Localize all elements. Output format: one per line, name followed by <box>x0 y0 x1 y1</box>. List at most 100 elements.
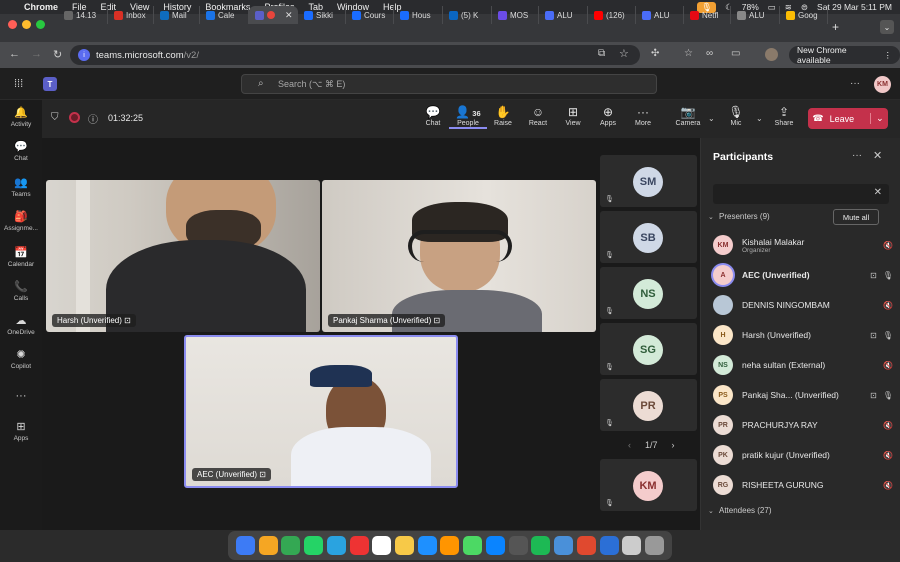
close-tab-icon[interactable]: ✕ <box>285 10 293 21</box>
dock-app-icon[interactable] <box>508 536 528 555</box>
close-window-button[interactable] <box>8 20 17 29</box>
mic-muted-icon[interactable]: 🔇 <box>883 241 893 250</box>
attendees-header[interactable]: Attendees (27) <box>719 506 771 515</box>
participant-row[interactable]: RG RISHEETA GURUNG 🔇 <box>713 471 893 499</box>
browser-tab[interactable]: Goog <box>780 6 828 24</box>
dock-app-icon[interactable] <box>576 536 596 555</box>
rail-item-apps[interactable]: ⊞ Apps <box>0 420 42 442</box>
rail-item-onedrive[interactable]: ☁ OneDrive <box>0 314 42 336</box>
apps-button[interactable]: ⊕ Apps <box>589 105 627 127</box>
reading-list-icon[interactable]: ☆ <box>684 48 693 59</box>
react-button[interactable]: ☺ React <box>519 105 557 127</box>
dock-app-icon[interactable] <box>531 536 551 555</box>
camera-options-chevron-icon[interactable]: ⌄ <box>708 114 715 123</box>
view-button[interactable]: ⊞ View <box>554 105 592 127</box>
mic-muted-icon[interactable]: 🔇 <box>883 451 893 460</box>
install-app-icon[interactable]: ⧉ <box>598 48 605 59</box>
new-chrome-available-button[interactable]: New Chrome available ⋮ <box>789 45 900 65</box>
participant-search-input[interactable]: ✕ <box>713 184 889 204</box>
side-tile[interactable]: NS 🎙 <box>600 267 697 319</box>
dock-app-icon[interactable] <box>622 536 642 555</box>
more-button[interactable]: ··· More <box>624 105 662 127</box>
address-bar[interactable]: i teams.microsoft.com/v2/ <box>70 45 640 65</box>
browser-tab[interactable]: Cale <box>200 6 249 24</box>
dock-app-icon[interactable] <box>395 536 414 555</box>
mic-on-icon[interactable]: 🎙 <box>883 271 893 280</box>
menubar-app-name[interactable]: Chrome <box>24 2 58 12</box>
participant-row[interactable]: A AEC (Unverified) ⊡ 🎙 <box>713 261 893 289</box>
share-button[interactable]: ⇪ Share <box>765 105 803 127</box>
rail-item-activity[interactable]: 🔔 Activity <box>0 106 42 128</box>
rail-item-calls[interactable]: 📞 Calls <box>0 280 42 302</box>
side-tile[interactable]: KM 🎙 <box>600 459 697 511</box>
dock-app-icon[interactable] <box>349 536 369 555</box>
next-page-icon[interactable]: › <box>672 440 675 450</box>
panel-more-icon[interactable]: ··· <box>852 150 862 161</box>
kebab-menu-icon[interactable]: ⋮ <box>884 50 893 61</box>
extensions-icon[interactable]: ✣ <box>651 48 659 59</box>
browser-tab[interactable]: Mail <box>154 6 200 24</box>
mic-muted-icon[interactable]: 🔇 <box>883 301 893 310</box>
mic-muted-icon[interactable]: 🔇 <box>883 481 893 490</box>
camera-button[interactable]: 📷 Camera <box>669 105 707 127</box>
browser-tab[interactable]: Cours <box>346 6 394 24</box>
rail-item-teams[interactable]: 👥 Teams <box>0 176 42 198</box>
clear-search-icon[interactable]: ✕ <box>874 187 882 198</box>
site-info-icon[interactable]: i <box>78 49 90 61</box>
minimize-window-button[interactable] <box>22 20 31 29</box>
settings-more-icon[interactable]: ··· <box>850 78 860 89</box>
rail-item-copilot[interactable]: ✺ Copilot <box>0 348 42 370</box>
prev-page-icon[interactable]: ‹ <box>628 440 631 450</box>
participant-row[interactable]: PS Pankaj Sha... (Unverified) ⊡ 🎙 <box>713 381 893 409</box>
browser-tab[interactable]: Netfl <box>684 6 731 24</box>
mic-options-chevron-icon[interactable]: ⌄ <box>756 114 763 123</box>
presenters-header[interactable]: Presenters (9) <box>719 212 770 221</box>
dock-app-icon[interactable] <box>554 536 574 555</box>
tab-search-icon[interactable]: ⌄ <box>880 20 894 34</box>
participant-row[interactable]: PR PRACHURJYA RAY 🔇 <box>713 411 893 439</box>
rail-item-calendar[interactable]: 📅 Calendar <box>0 246 42 268</box>
dock-app-icon[interactable] <box>463 536 483 555</box>
app-launcher-icon[interactable]: ⁞⁞⁞ <box>14 78 23 90</box>
dock-app-icon[interactable] <box>417 536 437 555</box>
search-input[interactable]: ⌕ Search (⌥ ⌘ E) <box>241 74 657 94</box>
mic-muted-icon[interactable]: 🔇 <box>883 421 893 430</box>
dock-app-icon[interactable] <box>258 536 278 555</box>
shield-icon[interactable]: ⛉ <box>51 112 59 123</box>
dock-app-icon[interactable] <box>599 536 619 555</box>
mic-muted-icon[interactable]: 🔇 <box>883 361 893 370</box>
leave-options-chevron-icon[interactable]: ⌄ <box>870 113 884 124</box>
chat-button[interactable]: 💬 Chat <box>414 105 452 127</box>
my-avatar[interactable]: KM <box>874 76 891 93</box>
mic-on-icon[interactable]: 🎙 <box>883 391 893 400</box>
info-icon[interactable]: ⓘ <box>88 111 98 126</box>
side-tile[interactable]: SG 🎙 <box>600 323 697 375</box>
mic-on-icon[interactable]: 🎙 <box>883 331 893 340</box>
rail-item-chat[interactable]: 💬 Chat <box>0 140 42 162</box>
rail-item-assignme[interactable]: 🎒 Assignme... <box>0 210 42 232</box>
participant-row[interactable]: NS neha sultan (External) 🔇 <box>713 351 893 379</box>
mute-all-button[interactable]: Mute all <box>833 209 879 225</box>
rail-item-more[interactable]: ··· <box>0 390 42 404</box>
dock-app-icon[interactable] <box>485 536 505 555</box>
participant-row[interactable]: KM Kishalai Malakar Organizer 🔇 <box>713 231 893 259</box>
leave-button[interactable]: ☎ Leave ⌄ <box>808 108 888 129</box>
recording-icon[interactable] <box>69 112 80 123</box>
browser-tab[interactable]: 14.13 <box>58 6 108 24</box>
reload-icon[interactable]: ↻ <box>53 48 62 61</box>
side-tile[interactable]: PR 🎙 <box>600 379 697 431</box>
browser-tab[interactable]: Hous <box>394 6 443 24</box>
dock-app-icon[interactable] <box>281 536 301 555</box>
people-button[interactable]: 👤 36 People <box>449 105 487 129</box>
new-tab-icon[interactable]: + <box>832 20 839 34</box>
cast-icon[interactable]: ▭ <box>731 48 740 59</box>
raise-button[interactable]: ✋ Raise <box>484 105 522 127</box>
dock-app-icon[interactable] <box>372 536 392 555</box>
browser-tab[interactable]: ALU <box>636 6 684 24</box>
attendees-chevron-icon[interactable]: ⌄ <box>708 507 714 515</box>
dock-app-icon[interactable] <box>326 536 346 555</box>
dock-app-icon[interactable] <box>440 536 460 555</box>
dock-app-icon[interactable] <box>645 536 665 555</box>
browser-tab[interactable]: Sikki <box>298 6 346 24</box>
browser-tab[interactable]: ✕ <box>249 6 298 24</box>
